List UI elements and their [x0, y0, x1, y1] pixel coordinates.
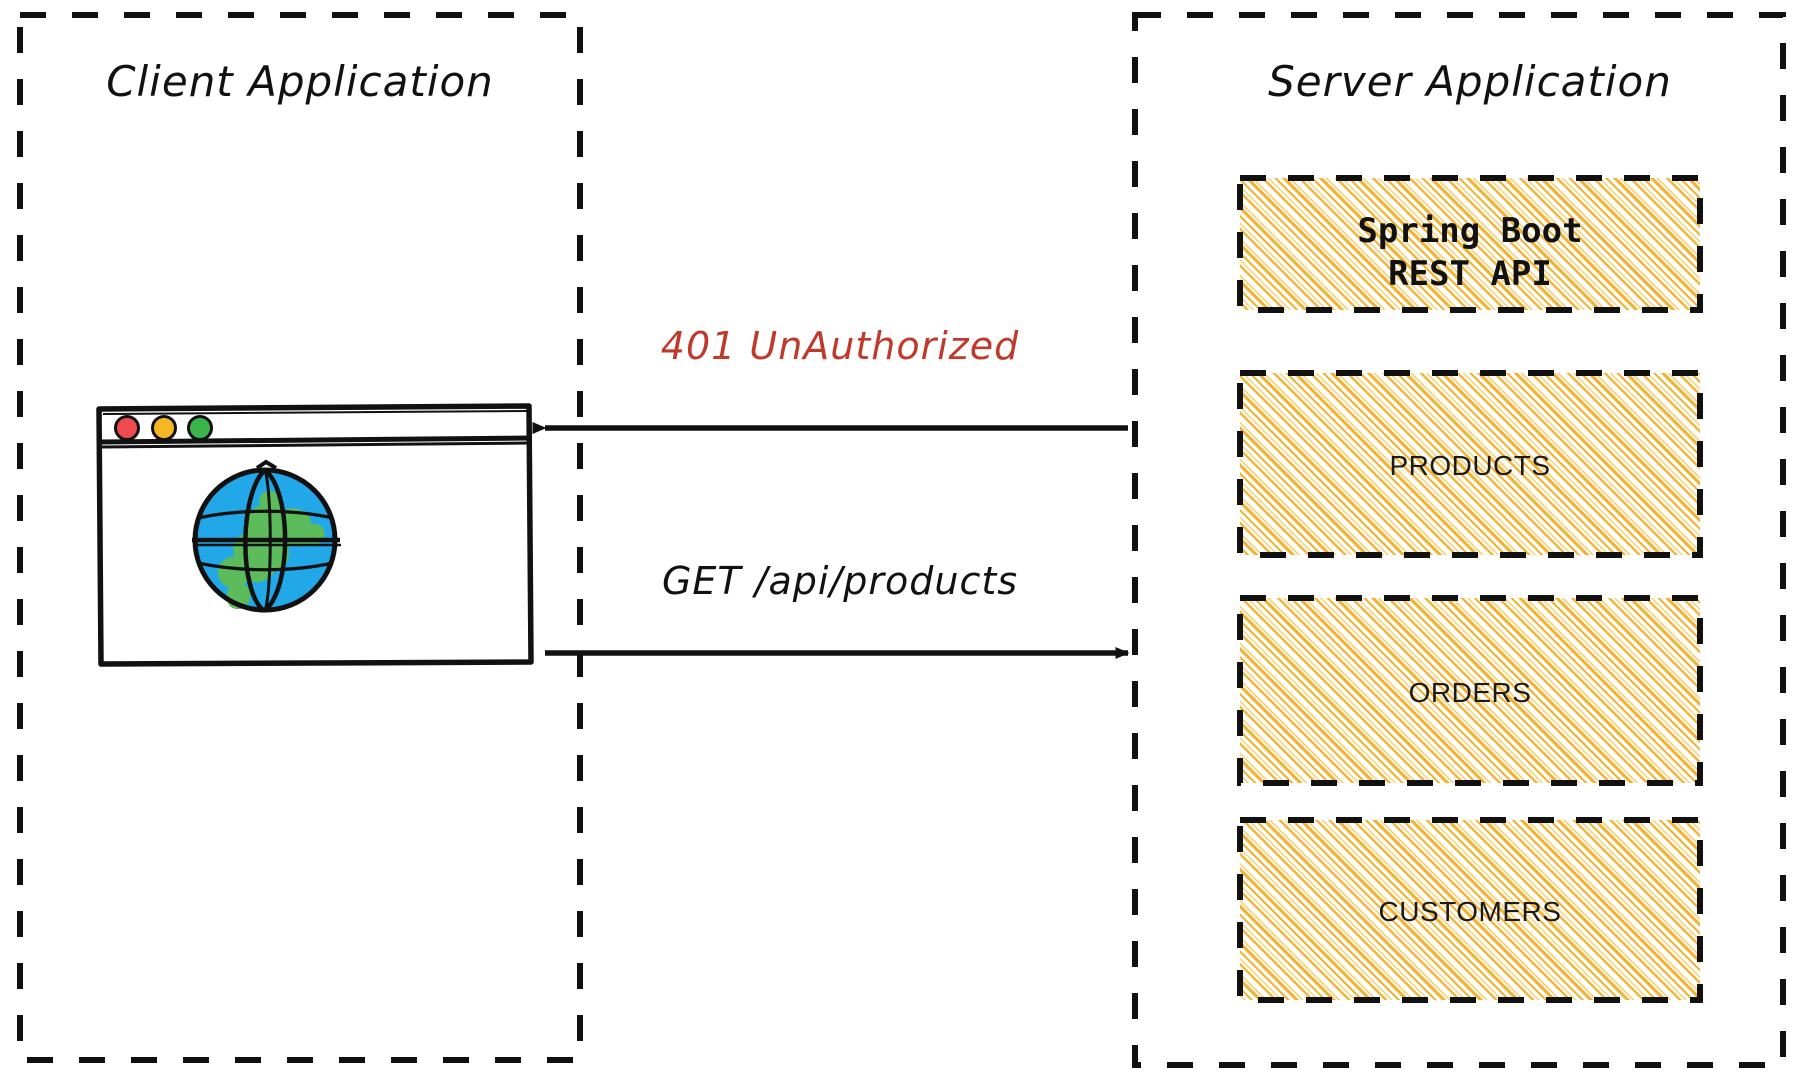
spring-boot-box-line1: Spring Boot [1357, 211, 1583, 251]
spring-boot-box-line2: REST API [1388, 254, 1552, 294]
diagram-canvas: Client Application Server Application 40… [0, 0, 1804, 1085]
products-box-label: PRODUCTS [1389, 450, 1551, 481]
close-dot[interactable] [114, 415, 140, 441]
client-group-title: Client Application [106, 57, 494, 106]
orders-box-label: ORDERS [1408, 677, 1532, 708]
request-arrow-label: GET /api/products [661, 559, 1019, 603]
customers-box-label: CUSTOMERS [1378, 896, 1562, 927]
browser-window[interactable] [96, 403, 534, 667]
response-arrow-label: 401 UnAuthorized [660, 324, 1020, 368]
server-group-title: Server Application [1268, 57, 1672, 106]
minimize-dot[interactable] [151, 415, 177, 441]
maximize-dot[interactable] [187, 415, 213, 441]
